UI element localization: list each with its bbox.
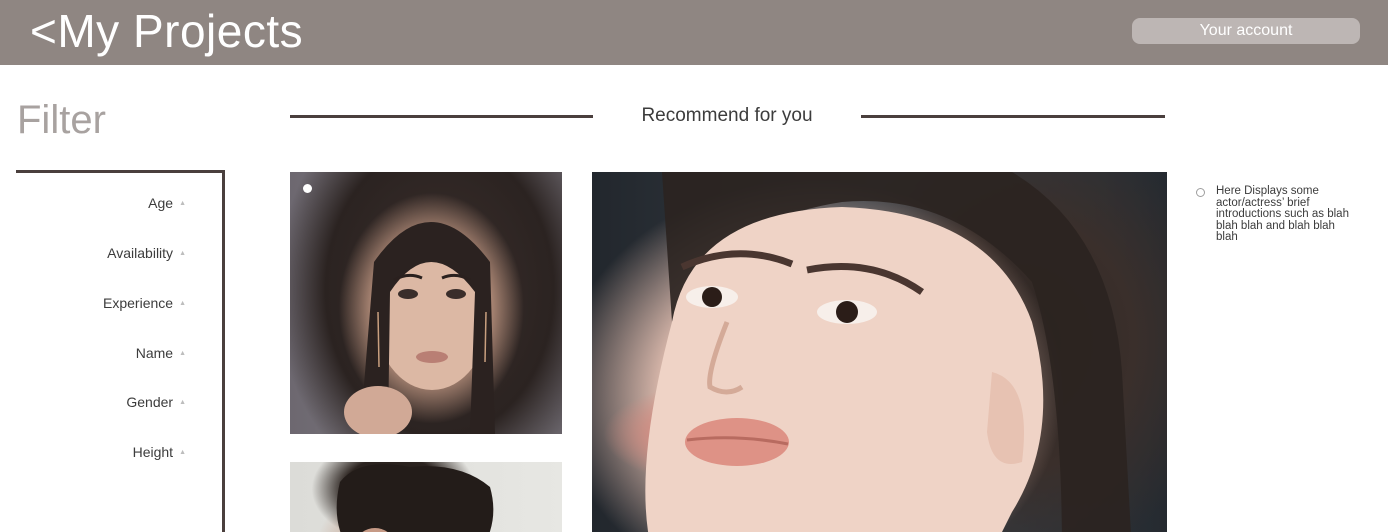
filter-experience-label: Experience — [103, 295, 174, 311]
top-bar: <My Projects Your account — [0, 0, 1388, 65]
caret-up-icon: ▲ — [179, 249, 186, 257]
actress-portrait-image — [344, 222, 495, 434]
actor-card-1[interactable] — [290, 172, 562, 434]
featured-actress-portrait-image — [645, 172, 1131, 532]
actor-card-2[interactable] — [290, 462, 562, 532]
your-account-button[interactable]: Your account — [1132, 18, 1360, 44]
filter-age[interactable]: Age ▲ — [148, 193, 186, 213]
caret-up-icon: ▲ — [179, 299, 186, 307]
filter-height[interactable]: Height ▲ — [133, 442, 186, 462]
divider-left — [290, 115, 593, 118]
actor-intro: Here Displays some actor/actress’ brief … — [1196, 185, 1356, 244]
filter-availability[interactable]: Availability ▲ — [107, 243, 186, 263]
caret-up-icon: ▲ — [179, 398, 186, 406]
filter-gender-label: Gender — [126, 394, 174, 410]
filter-panel: Age ▲ Availability ▲ Experience ▲ Name ▲… — [16, 170, 225, 532]
recommend-heading: Recommend for you — [641, 105, 813, 126]
caret-up-icon: ▲ — [179, 448, 186, 456]
caret-up-icon: ▲ — [179, 199, 186, 207]
selection-dot-icon[interactable] — [303, 184, 312, 193]
filter-heading: Filter — [17, 98, 106, 142]
caret-up-icon: ▲ — [179, 349, 186, 357]
back-to-my-projects[interactable]: <My Projects — [30, 4, 303, 58]
filter-gender[interactable]: Gender ▲ — [126, 392, 186, 412]
divider-right — [861, 115, 1165, 118]
actor-intro-text: Here Displays some actor/actress’ brief … — [1216, 185, 1349, 243]
featured-actor-card[interactable] — [592, 172, 1167, 532]
radio-circle-icon[interactable] — [1196, 188, 1205, 197]
filter-height-label: Height — [132, 444, 174, 460]
filter-name-label: Name — [135, 345, 174, 361]
filter-age-label: Age — [148, 195, 174, 211]
filter-experience[interactable]: Experience ▲ — [103, 293, 186, 313]
filter-availability-label: Availability — [107, 245, 174, 261]
actor-portrait-image — [336, 464, 494, 532]
filter-name[interactable]: Name ▲ — [136, 343, 186, 363]
